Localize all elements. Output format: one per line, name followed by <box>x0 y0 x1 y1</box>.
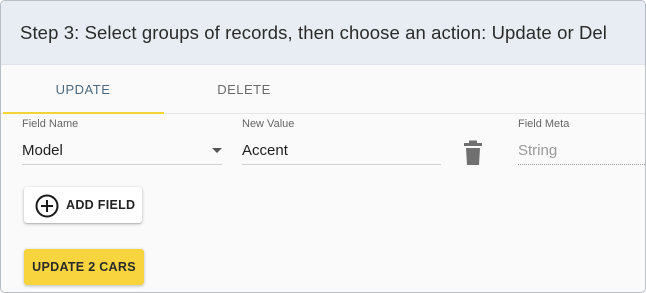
add-field-label: ADD FIELD <box>66 198 136 212</box>
tab-delete[interactable]: DELETE <box>164 65 324 114</box>
active-tab-indicator <box>3 112 164 114</box>
new-value-underline <box>242 164 441 165</box>
chevron-down-icon[interactable] <box>212 148 222 153</box>
field-name-underline <box>22 164 222 165</box>
new-value-label: New Value <box>242 118 295 130</box>
field-meta-label: Field Meta <box>518 118 570 130</box>
add-field-button[interactable]: ADD FIELD <box>24 187 142 223</box>
step-title: Step 3: Select groups of records, then c… <box>20 22 608 43</box>
plus-circle-icon <box>35 194 59 218</box>
step-header: Step 3: Select groups of records, then c… <box>1 1 645 65</box>
update-cars-button[interactable]: UPDATE 2 CARS <box>24 249 144 285</box>
trash-icon[interactable] <box>462 140 484 166</box>
app-window: Step 3: Select groups of records, then c… <box>0 0 646 293</box>
field-meta-value: String <box>518 142 558 159</box>
field-name-label: Field Name <box>22 118 79 130</box>
action-tabs: UPDATE DELETE <box>1 65 645 114</box>
field-name-select[interactable]: Model <box>22 142 63 159</box>
new-value-input[interactable]: Accent <box>242 142 288 159</box>
field-meta-underline <box>518 164 645 165</box>
tab-update[interactable]: UPDATE <box>3 65 163 114</box>
